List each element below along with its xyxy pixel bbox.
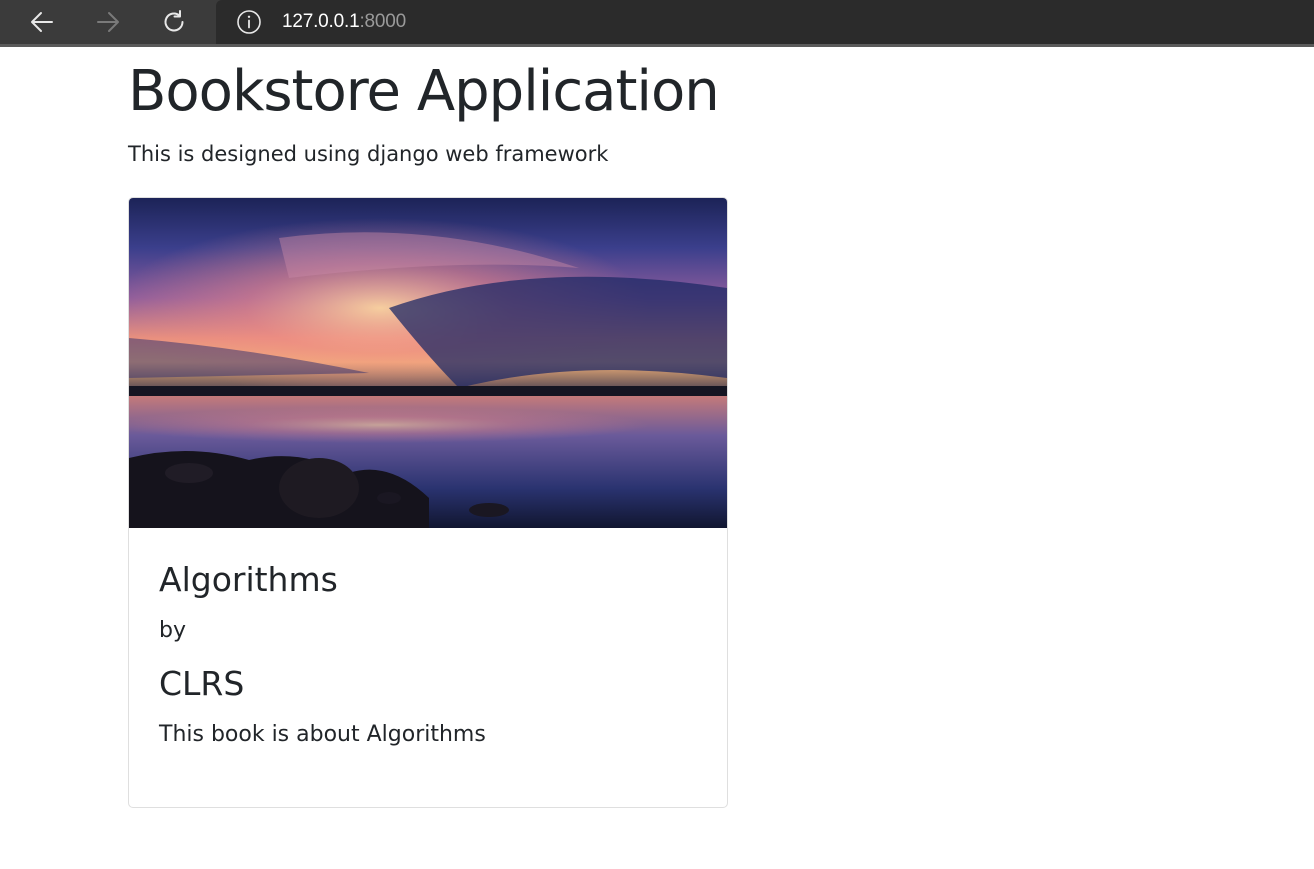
url-text[interactable]: 127.0.0.1:8000	[282, 11, 406, 33]
site-info-icon[interactable]	[236, 9, 262, 35]
url-port: :8000	[359, 11, 406, 32]
browser-toolbar: 127.0.0.1:8000	[0, 0, 1314, 47]
by-label: by	[159, 618, 186, 643]
book-title: Algorithms	[159, 560, 338, 599]
book-description: This book is about Algorithms	[159, 722, 486, 747]
back-arrow-icon	[31, 12, 53, 32]
page-container: Bookstore Application This is designed u…	[128, 50, 748, 808]
book-cover-image	[129, 198, 727, 528]
book-card: Algorithms by CLRS This book is about Al…	[128, 197, 728, 808]
address-bar[interactable]: 127.0.0.1:8000	[216, 0, 1314, 44]
page-subtitle: This is designed using django web framew…	[128, 142, 609, 166]
page-title: Bookstore Application	[128, 59, 720, 124]
reload-icon	[164, 10, 184, 32]
back-button[interactable]	[22, 4, 62, 40]
url-host: 127.0.0.1	[282, 11, 360, 32]
forward-arrow-icon	[97, 12, 119, 32]
reload-button[interactable]	[154, 4, 194, 40]
book-author: CLRS	[159, 664, 245, 703]
card-body: Algorithms by CLRS This book is about Al…	[129, 528, 727, 750]
forward-button[interactable]	[88, 4, 128, 40]
